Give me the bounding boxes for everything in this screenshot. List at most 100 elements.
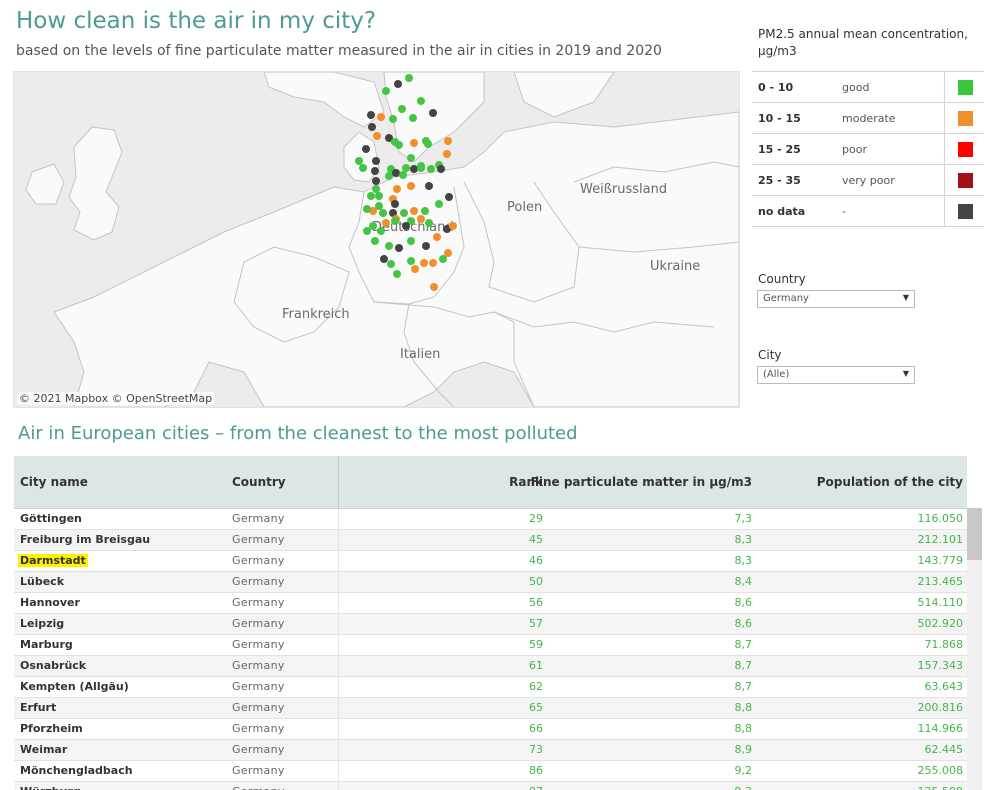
- city-marker[interactable]: [407, 182, 415, 190]
- city-marker[interactable]: [417, 97, 425, 105]
- city-marker[interactable]: [409, 114, 417, 122]
- city-marker[interactable]: [443, 150, 451, 158]
- legend-row-good[interactable]: 0 - 10 good: [752, 71, 985, 103]
- city-marker[interactable]: [422, 242, 430, 250]
- city-marker[interactable]: [368, 123, 376, 131]
- city-marker[interactable]: [407, 257, 415, 265]
- table-row[interactable]: Hannover Germany 56 8,6 514.110: [14, 593, 967, 614]
- table-row[interactable]: Leipzig Germany 57 8,6 502.920: [14, 614, 967, 635]
- city-marker[interactable]: [393, 270, 401, 278]
- legend-row-moderate[interactable]: 10 - 15 moderate: [752, 103, 985, 134]
- table-row[interactable]: Würzburg Germany 87 9,3 125.599: [14, 782, 967, 790]
- country-cell: Germany: [232, 743, 285, 756]
- table-row[interactable]: Darmstadt Germany 46 8,3 143.779: [14, 551, 967, 572]
- scrollbar-thumb[interactable]: [967, 508, 982, 560]
- city-marker[interactable]: [449, 222, 457, 230]
- city-cell: Weimar: [20, 743, 68, 756]
- city-marker[interactable]: [375, 192, 383, 200]
- table-row[interactable]: Lübeck Germany 50 8,4 213.465: [14, 572, 967, 593]
- city-marker[interactable]: [395, 141, 403, 149]
- column-header-pm[interactable]: Fine particulate matter in µg/m3: [531, 475, 752, 489]
- city-marker[interactable]: [379, 209, 387, 217]
- city-marker[interactable]: [433, 233, 441, 241]
- city-marker[interactable]: [363, 205, 371, 213]
- city-marker[interactable]: [444, 249, 452, 257]
- country-cell: Germany: [232, 512, 285, 525]
- map-attribution[interactable]: © 2021 Mapbox © OpenStreetMap: [17, 392, 215, 405]
- city-marker[interactable]: [411, 265, 419, 273]
- city-marker[interactable]: [437, 165, 445, 173]
- city-marker[interactable]: [425, 219, 433, 227]
- city-marker[interactable]: [359, 164, 367, 172]
- city-marker[interactable]: [410, 139, 418, 147]
- city-marker[interactable]: [424, 140, 432, 148]
- table-row[interactable]: Kempten (Allgäu) Germany 62 8,7 63.643: [14, 677, 967, 698]
- europe-map[interactable]: Deutschland Polen Weißrussland Ukraine F…: [13, 71, 740, 408]
- city-marker[interactable]: [420, 259, 428, 267]
- city-marker[interactable]: [389, 115, 397, 123]
- city-marker[interactable]: [405, 74, 413, 82]
- city-marker[interactable]: [435, 200, 443, 208]
- city-marker[interactable]: [407, 154, 415, 162]
- city-marker[interactable]: [429, 259, 437, 267]
- column-header-country[interactable]: Country: [232, 475, 286, 489]
- city-marker[interactable]: [444, 137, 452, 145]
- city-marker[interactable]: [382, 87, 390, 95]
- city-marker[interactable]: [410, 207, 418, 215]
- city-marker[interactable]: [417, 164, 425, 172]
- country-dropdown[interactable]: Germany ▼: [757, 290, 915, 308]
- city-marker[interactable]: [372, 177, 380, 185]
- city-marker[interactable]: [377, 227, 385, 235]
- table-row[interactable]: Osnabrück Germany 61 8,7 157.343: [14, 656, 967, 677]
- city-marker[interactable]: [372, 157, 380, 165]
- city-cell: Hannover: [20, 596, 80, 609]
- city-marker[interactable]: [367, 111, 375, 119]
- table-row[interactable]: Weimar Germany 73 8,9 62.445: [14, 740, 967, 761]
- table-row[interactable]: Pforzheim Germany 66 8,8 114.966: [14, 719, 967, 740]
- city-dropdown[interactable]: (Alle) ▼: [757, 366, 915, 384]
- column-header-population[interactable]: Population of the city: [817, 475, 963, 489]
- legend-row-very-poor[interactable]: 25 - 35 very poor: [752, 165, 985, 196]
- city-marker[interactable]: [402, 222, 410, 230]
- city-marker[interactable]: [417, 215, 425, 223]
- city-marker[interactable]: [371, 237, 379, 245]
- city-marker[interactable]: [391, 200, 399, 208]
- city-marker[interactable]: [429, 109, 437, 117]
- city-marker[interactable]: [395, 244, 403, 252]
- city-marker[interactable]: [445, 193, 453, 201]
- city-marker[interactable]: [430, 283, 438, 291]
- table-row[interactable]: Freiburg im Breisgau Germany 45 8,3 212.101: [14, 530, 967, 551]
- city-marker[interactable]: [393, 185, 401, 193]
- column-header-city[interactable]: City name: [20, 475, 88, 489]
- table-scrollbar[interactable]: [967, 508, 982, 790]
- map-label-italy: Italien: [400, 347, 441, 362]
- country-cell: Germany: [232, 785, 285, 790]
- table-row[interactable]: Mönchengladbach Germany 86 9,2 255.008: [14, 761, 967, 782]
- city-marker[interactable]: [407, 237, 415, 245]
- table-row[interactable]: Erfurt Germany 65 8,8 200.816: [14, 698, 967, 719]
- city-marker[interactable]: [373, 132, 381, 140]
- table-row[interactable]: Göttingen Germany 29 7,3 116.050: [14, 509, 967, 530]
- city-marker[interactable]: [391, 217, 399, 225]
- legend-row-poor[interactable]: 15 - 25 poor: [752, 134, 985, 165]
- city-marker[interactable]: [425, 182, 433, 190]
- city-marker[interactable]: [399, 171, 407, 179]
- city-marker[interactable]: [385, 242, 393, 250]
- city-marker[interactable]: [382, 219, 390, 227]
- city-marker[interactable]: [371, 167, 379, 175]
- table-row[interactable]: Marburg Germany 59 8,7 71.868: [14, 635, 967, 656]
- city-marker[interactable]: [427, 165, 435, 173]
- city-marker[interactable]: [421, 207, 429, 215]
- city-marker[interactable]: [398, 105, 406, 113]
- city-marker[interactable]: [363, 227, 371, 235]
- city-marker[interactable]: [400, 209, 408, 217]
- rank-cell: 62: [529, 680, 543, 693]
- city-marker[interactable]: [387, 260, 395, 268]
- legend-row-no-data[interactable]: no data -: [752, 196, 985, 227]
- city-marker[interactable]: [362, 145, 370, 153]
- legend-swatch-very-poor: [957, 172, 973, 188]
- legend-swatch-cell: [944, 196, 985, 226]
- city-marker[interactable]: [367, 192, 375, 200]
- city-marker[interactable]: [377, 113, 385, 121]
- city-marker[interactable]: [394, 80, 402, 88]
